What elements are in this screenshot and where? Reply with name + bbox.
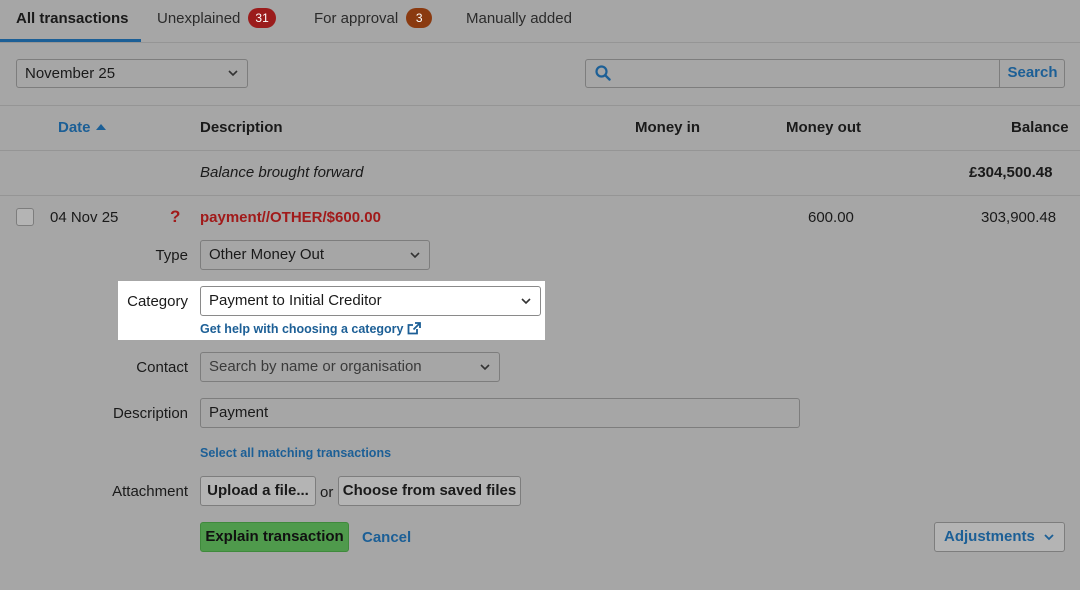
sort-ascending-icon [95,119,107,136]
month-select[interactable]: November 25 [16,59,248,88]
explain-transaction-button[interactable]: Explain transaction [200,522,349,552]
divider [0,195,1080,196]
category-label: Category [127,293,188,310]
description-input[interactable]: Payment [200,398,800,428]
search-input[interactable] [585,59,1065,88]
month-select-value: November 25 [25,65,116,82]
contact-label: Contact [136,359,188,376]
category-help-link[interactable]: Get help with choosing a category [200,322,421,336]
balance-column-header: Balance [1011,119,1069,136]
tab-for-approval[interactable]: For approval 3 [314,0,433,42]
divider [0,150,1080,151]
transaction-checkbox[interactable] [16,208,34,226]
tab-label: Unexplained [157,10,241,27]
search-button[interactable]: Search [999,59,1065,88]
adjustments-button-label: Adjustments [944,528,1035,545]
search-icon [595,65,611,85]
chevron-down-icon [410,241,420,281]
tab-label: All transactions [16,10,129,27]
transaction-date: 04 Nov 25 [50,209,119,226]
description-input-value: Payment [209,404,269,421]
transaction-description[interactable]: payment//OTHER/$600.00 [200,209,381,226]
choose-saved-files-button[interactable]: Choose from saved files [338,476,521,506]
select-matching-transactions-link[interactable]: Select all matching transactions [200,446,391,460]
transaction-money-out: 600.00 [808,209,854,226]
unexplained-count-badge: 31 [248,8,276,28]
active-tab-indicator [0,39,141,42]
chevron-down-icon [521,287,531,327]
type-label: Type [155,247,188,264]
category-select-value: Payment to Initial Creditor [209,292,382,309]
for-approval-count-badge: 3 [406,8,433,28]
transaction-balance: 303,900.48 [981,209,1057,226]
attachment-label: Attachment [112,483,188,500]
adjustments-button[interactable]: Adjustments [934,522,1065,552]
contact-search-select[interactable]: Search by name or organisation [200,352,500,382]
external-link-icon [407,322,421,336]
divider [0,105,1080,106]
column-label: Date [58,119,91,136]
tab-label: Manually added [466,10,572,27]
cancel-link[interactable]: Cancel [362,529,411,546]
transaction-tabs: All transactions Unexplained 31 For appro… [0,0,1080,43]
money-in-column-header: Money in [635,119,701,136]
category-select[interactable]: Payment to Initial Creditor [200,286,541,316]
or-text: or [320,484,334,501]
tab-label: For approval [314,10,399,27]
tab-manually-added[interactable]: Manually added [466,0,572,42]
description-column-header: Description [200,119,283,136]
tab-unexplained[interactable]: Unexplained 31 [157,0,276,42]
category-help-link-text: Get help with choosing a category [200,322,404,336]
date-column-header[interactable]: Date [58,119,107,136]
type-select-value: Other Money Out [209,246,325,263]
chevron-down-icon [1044,523,1054,561]
contact-placeholder: Search by name or organisation [209,358,422,375]
balance-forward-label: Balance brought forward [200,164,364,181]
chevron-down-icon [480,353,490,393]
type-select[interactable]: Other Money Out [200,240,430,270]
tab-all-transactions[interactable]: All transactions [16,0,129,42]
unexplained-status-icon: ? [170,207,181,226]
money-out-column-header: Money out [786,119,861,136]
upload-file-button[interactable]: Upload a file... [200,476,316,506]
balance-forward-amount: £304,500.48 [969,164,1053,181]
chevron-down-icon [228,60,238,98]
description-label: Description [112,405,188,422]
